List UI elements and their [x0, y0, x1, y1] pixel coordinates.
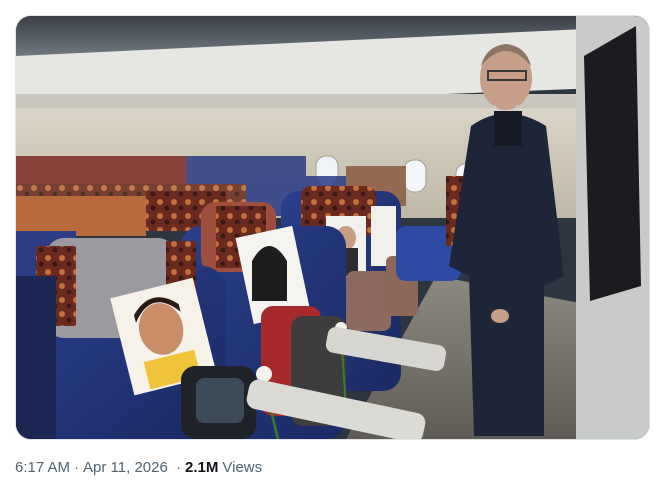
- post-time[interactable]: 6:17 AM: [15, 459, 70, 476]
- post-date[interactable]: Apr 11, 2026: [83, 459, 168, 476]
- post-meta-line: 6:17 AM · Apr 11, 2026 · 2.1M Views: [15, 458, 262, 478]
- meta-separator: ·: [74, 459, 80, 476]
- views-label: Views: [222, 459, 263, 476]
- views-count[interactable]: 2.1M: [185, 459, 218, 476]
- cabin-photo: [16, 16, 649, 439]
- post-photo[interactable]: [15, 15, 650, 440]
- meta-separator: ·: [176, 459, 182, 476]
- post-timestamp-link[interactable]: 6:17 AM · Apr 11, 2026: [15, 459, 172, 476]
